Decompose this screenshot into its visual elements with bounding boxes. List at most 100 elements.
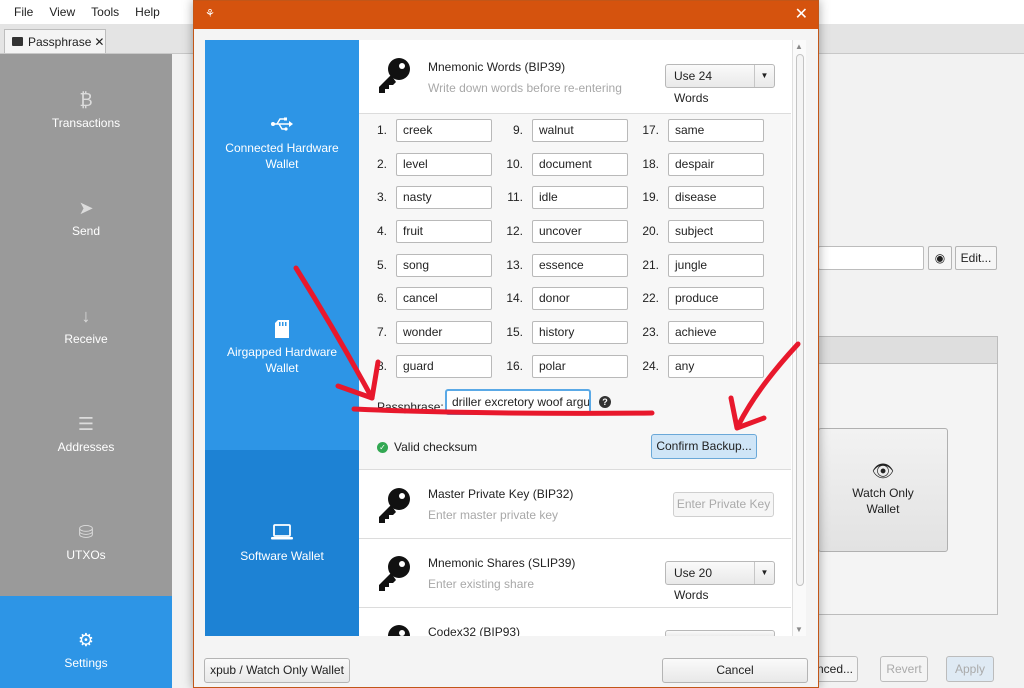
word-number: 18. (642, 157, 659, 171)
word-input[interactable]: song (396, 254, 492, 277)
word-number: 13. (506, 258, 523, 272)
sidebar-item-send[interactable]: ➤ Send (0, 198, 172, 238)
help-icon[interactable]: ? (599, 396, 611, 408)
receive-icon: ↓ (81, 306, 91, 326)
sidebar-item-label: Receive (64, 332, 108, 346)
word-input[interactable]: document (532, 153, 628, 176)
key-icon (379, 488, 410, 523)
word-input[interactable]: subject (668, 220, 764, 243)
word-input[interactable]: cancel (396, 287, 492, 310)
tab-close-icon[interactable]: ✕ (94, 35, 104, 49)
word-input[interactable]: wonder (396, 321, 492, 344)
sidebar-item-receive[interactable]: ↓ Receive (0, 306, 172, 346)
chevron-down-icon[interactable]: ▼ (755, 65, 774, 87)
word-input[interactable]: uncover (532, 220, 628, 243)
scrollbar[interactable]: ▲ ▼ (792, 40, 806, 636)
word-number: 4. (376, 224, 387, 238)
word-input[interactable]: disease (668, 186, 764, 209)
word-number: 24. (642, 359, 659, 373)
menu-view[interactable]: View (41, 5, 83, 19)
word-input[interactable]: nasty (396, 186, 492, 209)
word-count-dropdown[interactable]: Use 24 Words ▼ (665, 64, 775, 105)
keystore-field[interactable] (818, 246, 924, 270)
word-number: 3. (376, 190, 387, 204)
watch-only-wallet-button[interactable]: 👁 Watch Only Wallet (818, 428, 948, 552)
bip39-title: Mnemonic Words (BIP39) (428, 60, 566, 74)
sidebar-item-label: Settings (64, 656, 108, 670)
word-input[interactable]: walnut (532, 119, 628, 142)
word-input[interactable]: essence (532, 254, 628, 277)
share-count-dropdown[interactable]: Use 20 Words ▼ (665, 561, 775, 602)
nav-label: Software Wallet (240, 549, 324, 563)
word-number: 7. (376, 325, 387, 339)
word-input[interactable]: despair (668, 153, 764, 176)
word-number: 5. (376, 258, 387, 272)
word-input[interactable]: polar (532, 355, 628, 378)
coins-icon: ⛁ (78, 522, 94, 542)
send-icon: ➤ (78, 198, 94, 218)
word-input[interactable]: jungle (668, 254, 764, 277)
nav-airgapped-hardware-wallet[interactable]: Airgapped Hardware Wallet (205, 320, 359, 376)
tab-passphrase[interactable]: Passphrase ✕ (4, 29, 106, 53)
word-input[interactable]: idle (532, 186, 628, 209)
close-icon[interactable]: ✕ (795, 5, 808, 25)
nav-software-wallet[interactable]: Software Wallet (205, 450, 359, 636)
bip39-section-header: Mnemonic Words (BIP39) Write down words … (359, 40, 791, 114)
scroll-down-icon[interactable]: ▼ (795, 625, 803, 634)
word-number: 17. (642, 123, 659, 137)
menu-file[interactable]: File (6, 5, 41, 19)
menu-tools[interactable]: Tools (83, 5, 127, 19)
codex32-button[interactable] (665, 630, 775, 636)
edit-button[interactable]: Edit... (955, 246, 997, 270)
word-input[interactable]: fruit (396, 220, 492, 243)
word-number: 12. (506, 224, 523, 238)
menu-help[interactable]: Help (127, 5, 168, 19)
slip39-section: Mnemonic Shares (SLIP39) Enter existing … (359, 539, 791, 608)
chevron-down-icon[interactable]: ▼ (755, 562, 774, 584)
dialog-title-bar: ⚘ ✕ (194, 1, 818, 29)
scrollbar-thumb[interactable] (796, 54, 804, 586)
sidebar-item-transactions[interactable]: ₿ Transactions (0, 90, 172, 130)
xpub-watch-only-button[interactable]: xpub / Watch Only Wallet (204, 658, 350, 683)
word-number: 15. (506, 325, 523, 339)
word-input[interactable]: level (396, 153, 492, 176)
tab-label: Passphrase (28, 34, 92, 49)
keystore-import-dialog: ⚘ ✕ Connected Hardware Wallet Airgapped … (193, 0, 819, 688)
word-number: 22. (642, 291, 659, 305)
sidebar-item-addresses[interactable]: ☰ Addresses (0, 414, 172, 454)
app-icon: ⚘ (205, 8, 215, 20)
word-input[interactable]: guard (396, 355, 492, 378)
wallet-icon (12, 37, 23, 46)
sidebar-item-label: Send (71, 224, 101, 238)
word-count-label: Use 24 Words (666, 65, 755, 105)
word-number: 1. (376, 123, 387, 137)
sidebar-item-label: UTXOs (66, 548, 106, 562)
nav-connected-hardware-wallet[interactable]: Connected Hardware Wallet (205, 116, 359, 172)
word-number: 2. (376, 157, 387, 171)
sidebar: ₿ Transactions ➤ Send ↓ Receive ☰ Addres… (0, 54, 172, 688)
revert-button[interactable]: Revert (880, 656, 928, 682)
scroll-up-icon[interactable]: ▲ (795, 42, 803, 51)
word-input[interactable]: any (668, 355, 764, 378)
cancel-button[interactable]: Cancel (662, 658, 808, 683)
enter-private-key-button[interactable]: Enter Private Key (673, 492, 774, 517)
word-number: 20. (642, 224, 659, 238)
passphrase-input[interactable]: driller excretory woof argu (445, 389, 591, 415)
apply-button[interactable]: Apply (946, 656, 994, 682)
word-input[interactable]: achieve (668, 321, 764, 344)
word-input[interactable]: creek (396, 119, 492, 142)
confirm-backup-button[interactable]: Confirm Backup... (651, 434, 757, 459)
checksum-status: ✓ Valid checksum (377, 440, 477, 454)
bitcoin-icon: ₿ (79, 90, 93, 110)
word-input[interactable]: donor (532, 287, 628, 310)
mnemonic-words-grid: 1. creek 2. level 3. nasty 4. fruit 5. s… (359, 114, 791, 470)
sidebar-item-settings[interactable]: ⚙ Settings (0, 596, 172, 688)
word-input[interactable]: history (532, 321, 628, 344)
word-input[interactable]: produce (668, 287, 764, 310)
nav-label: Airgapped Hardware Wallet (226, 345, 338, 375)
sidebar-item-utxos[interactable]: ⛁ UTXOs (0, 522, 172, 562)
camera-icon[interactable]: ◉ (928, 246, 952, 270)
bip32-section: Master Private Key (BIP32) Enter master … (359, 471, 791, 539)
word-input[interactable]: same (668, 119, 764, 142)
check-circle-icon: ✓ (377, 441, 388, 453)
